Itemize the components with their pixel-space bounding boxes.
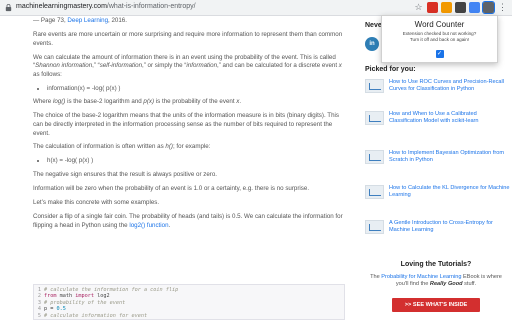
recommended-post[interactable]: A Gentle Introduction to Cross-Entropy f… xyxy=(365,220,510,235)
extension-orange-icon[interactable] xyxy=(441,2,452,13)
see-whats-inside-button[interactable]: >> SEE WHAT'S INSIDE xyxy=(392,298,480,312)
text-segment: Consider a flip of a single fair coin. T… xyxy=(33,213,343,229)
popup-line: Turn it off and back on again! xyxy=(409,36,470,42)
text-segment: ,” “ xyxy=(92,62,100,70)
term-information: information xyxy=(186,62,218,70)
popup-title: Word Counter xyxy=(414,20,465,29)
formula-information: information(x) = -log( p(x) ) xyxy=(47,85,345,94)
enable-checkbox[interactable]: ✓ xyxy=(435,50,444,59)
line-number: 5 xyxy=(37,312,41,319)
ebook-link[interactable]: Probability for Machine Learning xyxy=(381,274,461,280)
term-log: log() xyxy=(52,98,66,106)
paragraph-rare-events: Rare events are more uncertain or more s… xyxy=(33,30,343,47)
recommended-post[interactable]: How to Implement Bayesian Optimization f… xyxy=(365,150,510,165)
text-segment: Where xyxy=(33,98,53,106)
extension-blue-icon[interactable] xyxy=(469,2,480,13)
code-comment: # calculate information for event xyxy=(44,312,148,319)
post-title-link[interactable]: A Gentle Introduction to Cross-Entropy f… xyxy=(389,220,510,235)
text-segment: is the probability of the event xyxy=(154,98,237,106)
code-block[interactable]: 1 # calculate the information for a coin … xyxy=(33,284,345,320)
paragraph-zero-information: Information will be zero when the probab… xyxy=(33,185,310,193)
code-line: 5 # calculate information for event xyxy=(34,313,344,319)
tutorials-heading: Loving the Tutorials? xyxy=(400,261,472,268)
really-good-text: Really Good xyxy=(429,281,463,288)
post-title-link[interactable]: How to Calculate the KL Divergence for M… xyxy=(389,185,510,200)
bookmark-star-icon[interactable]: ☆ xyxy=(413,2,424,13)
term-h: h() xyxy=(165,143,173,151)
popup-message: Extension checked but not working? Turn … xyxy=(382,31,497,42)
post-thumbnail[interactable] xyxy=(365,185,384,199)
picked-for-you-heading: Picked for you: xyxy=(365,66,416,73)
term-shannon-information: Shannon information xyxy=(35,62,93,70)
term-px: p(x) xyxy=(143,98,155,106)
text-segment: . xyxy=(168,221,171,229)
url-path: /what-is-information-entropy/ xyxy=(106,3,196,10)
paragraph-examples: Let’s make this concrete with some examp… xyxy=(33,199,160,207)
text-segment: . xyxy=(239,98,242,106)
post-thumbnail[interactable] xyxy=(365,150,384,164)
word-counter-extension-icon[interactable] xyxy=(482,1,495,14)
citation-prefix: — Page 73, xyxy=(33,17,66,24)
extension-toolbar: ☆ ⋮ xyxy=(413,1,508,14)
text-segment: ,” and can be calculated for a discrete … xyxy=(217,62,339,70)
formula-list-1: information(x) = -log( p(x) ) xyxy=(47,85,345,94)
term-self-information: self-information xyxy=(99,62,143,70)
citation-suffix: , 2016. xyxy=(108,17,127,24)
formula-h: h(x) = -log( p(x) ) xyxy=(47,157,345,166)
url-host: machinelearningmastery.com xyxy=(16,3,107,10)
recommended-post[interactable]: How to Calculate the KL Divergence for M… xyxy=(365,185,510,200)
paragraph-shannon-information: We can calculate the amount of informati… xyxy=(33,54,345,80)
text-segment: The calculation of information is often … xyxy=(33,143,166,151)
post-thumbnail[interactable] xyxy=(365,220,384,234)
citation: — Page 73, Deep Learning, 2016. xyxy=(33,17,345,26)
extension-dark-icon[interactable] xyxy=(455,2,466,13)
post-title-link[interactable]: How to Use ROC Curves and Precision-Reca… xyxy=(389,79,510,94)
recommended-post[interactable]: How to Use ROC Curves and Precision-Reca… xyxy=(365,79,510,94)
article-body: — Page 73, Deep Learning, 2016. Rare eve… xyxy=(33,17,345,236)
paragraph-where: Where log() is the base-2 logarithm and … xyxy=(33,98,345,107)
text-segment: is the base-2 logarithm and xyxy=(65,98,144,106)
post-thumbnail[interactable] xyxy=(365,79,384,93)
formula-list-2: h(x) = -log( p(x) ) xyxy=(47,157,345,166)
paragraph-negative-sign: The negative sign ensures that the resul… xyxy=(33,171,217,179)
text-segment: as follows: xyxy=(33,70,62,78)
text-segment: ; for example: xyxy=(172,143,211,151)
post-title-link[interactable]: How to Implement Bayesian Optimization f… xyxy=(389,150,510,165)
deep-learning-link[interactable]: Deep Learning xyxy=(67,17,108,24)
linkedin-icon[interactable]: in xyxy=(365,37,379,51)
lock-icon xyxy=(5,4,12,12)
tutorials-text: The Probability for Machine Learning EBo… xyxy=(368,274,504,289)
text-segment: stuff. xyxy=(462,281,477,288)
paragraph-coin-flip: Consider a flip of a single fair coin. T… xyxy=(33,213,345,230)
log2-function-link[interactable]: log2() function xyxy=(129,222,168,229)
term-x: x xyxy=(338,62,342,70)
url-text[interactable]: machinelearningmastery.com/what-is-infor… xyxy=(16,3,196,10)
paragraph-h-notation: The calculation of information is often … xyxy=(33,143,345,152)
post-thumbnail[interactable] xyxy=(365,111,384,125)
paragraph-base2: The choice of the base-2 logarithm means… xyxy=(33,112,339,137)
recommended-post[interactable]: How and When to Use a Calibrated Classif… xyxy=(365,111,510,126)
browser-menu-icon[interactable]: ⋮ xyxy=(497,2,508,13)
browser-address-bar[interactable]: machinelearningmastery.com/what-is-infor… xyxy=(0,0,512,16)
text-segment: The xyxy=(370,274,382,280)
word-counter-popup: Word Counter Extension checked but not w… xyxy=(381,15,498,63)
extension-red-icon[interactable] xyxy=(427,2,438,13)
text-segment: ,” or simply the “ xyxy=(142,62,187,70)
post-title-link[interactable]: How and When to Use a Calibrated Classif… xyxy=(389,111,510,126)
